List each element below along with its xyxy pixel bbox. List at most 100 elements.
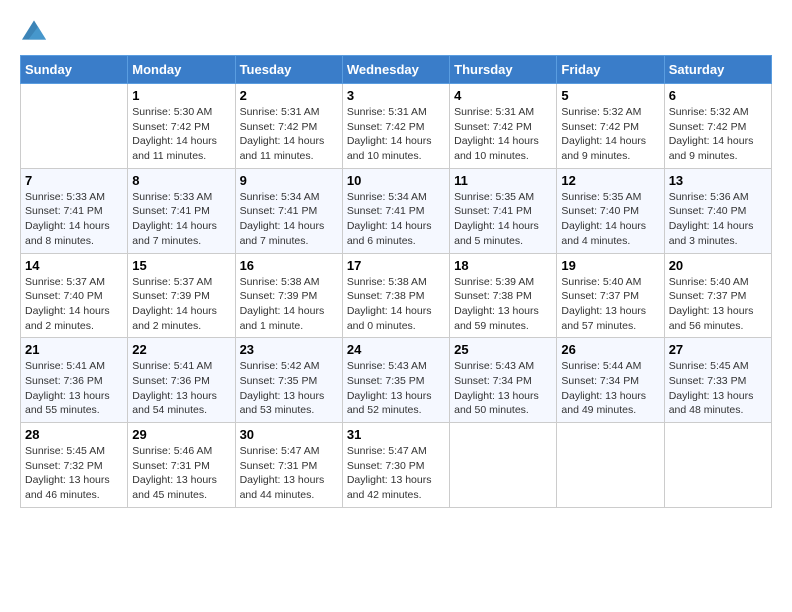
weekday-header-tuesday: Tuesday xyxy=(235,56,342,84)
calendar-cell: 25 Sunrise: 5:43 AMSunset: 7:34 PMDayligh… xyxy=(450,338,557,423)
day-number: 27 xyxy=(669,342,767,357)
day-number: 8 xyxy=(132,173,230,188)
day-number: 26 xyxy=(561,342,659,357)
calendar-body: 1Sunrise: 5:30 AMSunset: 7:42 PMDaylight… xyxy=(21,84,772,508)
logo-icon xyxy=(22,20,46,40)
day-number: 29 xyxy=(132,427,230,442)
day-number: 16 xyxy=(240,258,338,273)
day-info: Sunrise: 5:39 AMSunset: 7:38 PMDaylight:… xyxy=(454,275,552,334)
weekday-header-sunday: Sunday xyxy=(21,56,128,84)
day-number: 13 xyxy=(669,173,767,188)
day-number: 24 xyxy=(347,342,445,357)
day-number: 19 xyxy=(561,258,659,273)
day-number: 22 xyxy=(132,342,230,357)
calendar-cell: 31 Sunrise: 5:47 AMSunset: 7:30 PMDayligh… xyxy=(342,423,449,508)
calendar-week-1: 1Sunrise: 5:30 AMSunset: 7:42 PMDaylight… xyxy=(21,84,772,169)
day-info: Sunrise: 5:47 AMSunset: 7:30 PMDaylight:… xyxy=(347,444,445,503)
calendar-cell: 28 Sunrise: 5:45 AMSunset: 7:32 PMDayligh… xyxy=(21,423,128,508)
day-info: Sunrise: 5:45 AMSunset: 7:33 PMDaylight:… xyxy=(669,359,767,418)
calendar-cell: 4 Sunrise: 5:31 AMSunset: 7:42 PMDaylight… xyxy=(450,84,557,169)
calendar-cell: 24Sunrise: 5:43 AMSunset: 7:35 PMDayligh… xyxy=(342,338,449,423)
calendar-cell: 7 Sunrise: 5:33 AMSunset: 7:41 PMDaylight… xyxy=(21,168,128,253)
day-info: Sunrise: 5:33 AMSunset: 7:41 PMDaylight:… xyxy=(25,190,123,249)
day-info: Sunrise: 5:31 AMSunset: 7:42 PMDaylight:… xyxy=(454,105,552,164)
calendar-cell: 20Sunrise: 5:40 AMSunset: 7:37 PMDayligh… xyxy=(664,253,771,338)
day-number: 2 xyxy=(240,88,338,103)
calendar-cell: 5 Sunrise: 5:32 AMSunset: 7:42 PMDaylight… xyxy=(557,84,664,169)
weekday-header-friday: Friday xyxy=(557,56,664,84)
calendar-cell: 19Sunrise: 5:40 AMSunset: 7:37 PMDayligh… xyxy=(557,253,664,338)
day-number: 3 xyxy=(347,88,445,103)
day-info: Sunrise: 5:47 AMSunset: 7:31 PMDaylight:… xyxy=(240,444,338,503)
day-number: 23 xyxy=(240,342,338,357)
day-info: Sunrise: 5:42 AMSunset: 7:35 PMDaylight:… xyxy=(240,359,338,418)
calendar-cell: 29 Sunrise: 5:46 AMSunset: 7:31 PMDayligh… xyxy=(128,423,235,508)
weekday-header-monday: Monday xyxy=(128,56,235,84)
calendar-week-2: 7 Sunrise: 5:33 AMSunset: 7:41 PMDaylight… xyxy=(21,168,772,253)
day-info: Sunrise: 5:35 AMSunset: 7:40 PMDaylight:… xyxy=(561,190,659,249)
day-info: Sunrise: 5:31 AMSunset: 7:42 PMDaylight:… xyxy=(240,105,338,164)
day-number: 17 xyxy=(347,258,445,273)
weekday-header-wednesday: Wednesday xyxy=(342,56,449,84)
day-info: Sunrise: 5:41 AMSunset: 7:36 PMDaylight:… xyxy=(132,359,230,418)
calendar-cell: 21Sunrise: 5:41 AMSunset: 7:36 PMDayligh… xyxy=(21,338,128,423)
calendar-cell xyxy=(557,423,664,508)
day-info: Sunrise: 5:37 AMSunset: 7:40 PMDaylight:… xyxy=(25,275,123,334)
day-number: 4 xyxy=(454,88,552,103)
calendar-cell: 26 Sunrise: 5:44 AMSunset: 7:34 PMDayligh… xyxy=(557,338,664,423)
calendar-cell: 23 Sunrise: 5:42 AMSunset: 7:35 PMDayligh… xyxy=(235,338,342,423)
day-number: 5 xyxy=(561,88,659,103)
day-number: 30 xyxy=(240,427,338,442)
day-info: Sunrise: 5:38 AMSunset: 7:38 PMDaylight:… xyxy=(347,275,445,334)
day-number: 15 xyxy=(132,258,230,273)
day-number: 28 xyxy=(25,427,123,442)
day-info: Sunrise: 5:43 AMSunset: 7:34 PMDaylight:… xyxy=(454,359,552,418)
calendar-cell: 14 Sunrise: 5:37 AMSunset: 7:40 PMDayligh… xyxy=(21,253,128,338)
calendar-cell: 2 Sunrise: 5:31 AMSunset: 7:42 PMDaylight… xyxy=(235,84,342,169)
calendar-cell xyxy=(664,423,771,508)
day-info: Sunrise: 5:45 AMSunset: 7:32 PMDaylight:… xyxy=(25,444,123,503)
calendar-cell: 13 Sunrise: 5:36 AMSunset: 7:40 PMDayligh… xyxy=(664,168,771,253)
calendar-week-4: 21Sunrise: 5:41 AMSunset: 7:36 PMDayligh… xyxy=(21,338,772,423)
page-header xyxy=(20,20,772,45)
day-info: Sunrise: 5:36 AMSunset: 7:40 PMDaylight:… xyxy=(669,190,767,249)
day-number: 18 xyxy=(454,258,552,273)
day-info: Sunrise: 5:31 AMSunset: 7:42 PMDaylight:… xyxy=(347,105,445,164)
day-info: Sunrise: 5:34 AMSunset: 7:41 PMDaylight:… xyxy=(240,190,338,249)
calendar-cell: 12Sunrise: 5:35 AMSunset: 7:40 PMDayligh… xyxy=(557,168,664,253)
day-info: Sunrise: 5:46 AMSunset: 7:31 PMDaylight:… xyxy=(132,444,230,503)
calendar-cell: 10Sunrise: 5:34 AMSunset: 7:41 PMDayligh… xyxy=(342,168,449,253)
calendar-cell: 11 Sunrise: 5:35 AMSunset: 7:41 PMDayligh… xyxy=(450,168,557,253)
day-number: 31 xyxy=(347,427,445,442)
day-number: 7 xyxy=(25,173,123,188)
day-number: 14 xyxy=(25,258,123,273)
calendar-cell xyxy=(21,84,128,169)
day-info: Sunrise: 5:37 AMSunset: 7:39 PMDaylight:… xyxy=(132,275,230,334)
day-number: 11 xyxy=(454,173,552,188)
calendar-cell: 18 Sunrise: 5:39 AMSunset: 7:38 PMDayligh… xyxy=(450,253,557,338)
calendar-cell: 6 Sunrise: 5:32 AMSunset: 7:42 PMDaylight… xyxy=(664,84,771,169)
calendar-cell xyxy=(450,423,557,508)
day-info: Sunrise: 5:32 AMSunset: 7:42 PMDaylight:… xyxy=(669,105,767,164)
calendar-cell: 30 Sunrise: 5:47 AMSunset: 7:31 PMDayligh… xyxy=(235,423,342,508)
day-info: Sunrise: 5:33 AMSunset: 7:41 PMDaylight:… xyxy=(132,190,230,249)
calendar-header-row: SundayMondayTuesdayWednesdayThursdayFrid… xyxy=(21,56,772,84)
day-number: 6 xyxy=(669,88,767,103)
day-number: 9 xyxy=(240,173,338,188)
calendar-cell: 27 Sunrise: 5:45 AMSunset: 7:33 PMDayligh… xyxy=(664,338,771,423)
calendar-week-5: 28 Sunrise: 5:45 AMSunset: 7:32 PMDayligh… xyxy=(21,423,772,508)
calendar-cell: 17 Sunrise: 5:38 AMSunset: 7:38 PMDayligh… xyxy=(342,253,449,338)
day-info: Sunrise: 5:40 AMSunset: 7:37 PMDaylight:… xyxy=(669,275,767,334)
weekday-header-saturday: Saturday xyxy=(664,56,771,84)
calendar-cell: 1Sunrise: 5:30 AMSunset: 7:42 PMDaylight… xyxy=(128,84,235,169)
calendar-table: SundayMondayTuesdayWednesdayThursdayFrid… xyxy=(20,55,772,508)
day-info: Sunrise: 5:44 AMSunset: 7:34 PMDaylight:… xyxy=(561,359,659,418)
day-info: Sunrise: 5:41 AMSunset: 7:36 PMDaylight:… xyxy=(25,359,123,418)
day-info: Sunrise: 5:34 AMSunset: 7:41 PMDaylight:… xyxy=(347,190,445,249)
day-info: Sunrise: 5:35 AMSunset: 7:41 PMDaylight:… xyxy=(454,190,552,249)
day-number: 25 xyxy=(454,342,552,357)
calendar-cell: 15 Sunrise: 5:37 AMSunset: 7:39 PMDayligh… xyxy=(128,253,235,338)
calendar-cell: 22 Sunrise: 5:41 AMSunset: 7:36 PMDayligh… xyxy=(128,338,235,423)
calendar-cell: 16Sunrise: 5:38 AMSunset: 7:39 PMDayligh… xyxy=(235,253,342,338)
day-info: Sunrise: 5:32 AMSunset: 7:42 PMDaylight:… xyxy=(561,105,659,164)
